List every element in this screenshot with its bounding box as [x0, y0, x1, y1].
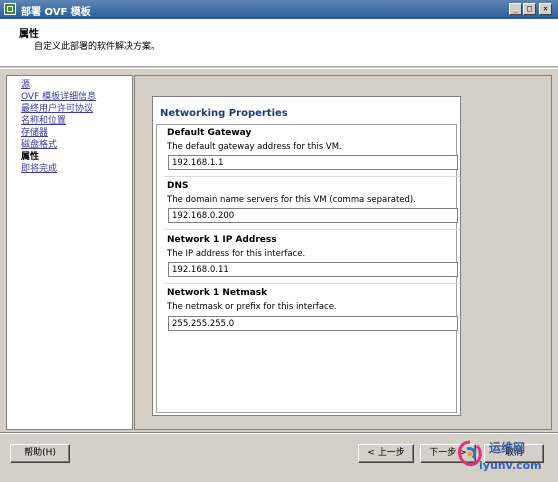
netmask-description: The netmask or prefix for this interface…	[167, 302, 337, 312]
nav-step-source[interactable]: 源	[21, 79, 30, 91]
maximize-button[interactable]: □	[523, 3, 536, 15]
field-divider	[164, 283, 460, 284]
nav-step-disk-format[interactable]: 磁盘格式	[21, 139, 57, 151]
close-button[interactable]: ×	[539, 3, 552, 15]
nav-step-ovf-details[interactable]: OVF 模板详细信息	[21, 91, 96, 103]
panel-title: Networking Properties	[160, 108, 288, 119]
title-bar: 部署 OVF 模板 _ □ ×	[0, 0, 558, 19]
properties-panel: Networking Properties Default Gateway Th…	[152, 96, 461, 416]
default-gateway-input[interactable]	[168, 155, 458, 170]
nav-step-eula[interactable]: 最终用户许可协议	[21, 103, 93, 115]
next-button[interactable]: 下一步 >	[420, 444, 476, 463]
header-subtitle: 自定义此部署的软件解决方案。	[34, 42, 161, 52]
nav-step-properties: 属性	[21, 152, 40, 162]
field-divider	[164, 229, 460, 230]
default-gateway-description: The default gateway address for this VM.	[167, 142, 342, 152]
netmask-title: Network 1 Netmask	[167, 288, 268, 298]
cancel-button[interactable]: 取消	[484, 444, 544, 463]
wizard-header: 属性 自定义此部署的软件解决方案。	[0, 19, 558, 67]
dns-description: The domain name servers for this VM (com…	[167, 195, 416, 205]
nav-step-storage[interactable]: 存储器	[21, 127, 48, 139]
footer-divider-highlight	[0, 433, 558, 434]
default-gateway-title: Default Gateway	[167, 128, 252, 138]
minimize-button[interactable]: _	[509, 3, 522, 15]
ip-address-input[interactable]	[168, 262, 458, 277]
ip-address-title: Network 1 IP Address	[167, 235, 277, 245]
window-title: 部署 OVF 模板	[21, 7, 91, 18]
header-divider	[0, 68, 558, 69]
nav-step-name-location[interactable]: 名称和位置	[21, 115, 66, 127]
header-title: 属性	[19, 29, 39, 40]
back-button[interactable]: < 上一步	[358, 444, 414, 463]
netmask-input[interactable]	[168, 316, 458, 331]
ip-address-description: The IP address for this interface.	[167, 249, 306, 259]
field-divider	[164, 176, 460, 177]
dns-input[interactable]	[168, 208, 458, 223]
dns-title: DNS	[167, 181, 189, 191]
wizard-steps-nav: 源 OVF 模板详细信息 最终用户许可协议 名称和位置 存储器 磁盘格式 属性 …	[6, 75, 133, 430]
app-icon	[4, 3, 16, 15]
help-button[interactable]: 帮助(H)	[10, 444, 70, 463]
nav-step-ready[interactable]: 即将完成	[21, 163, 57, 175]
